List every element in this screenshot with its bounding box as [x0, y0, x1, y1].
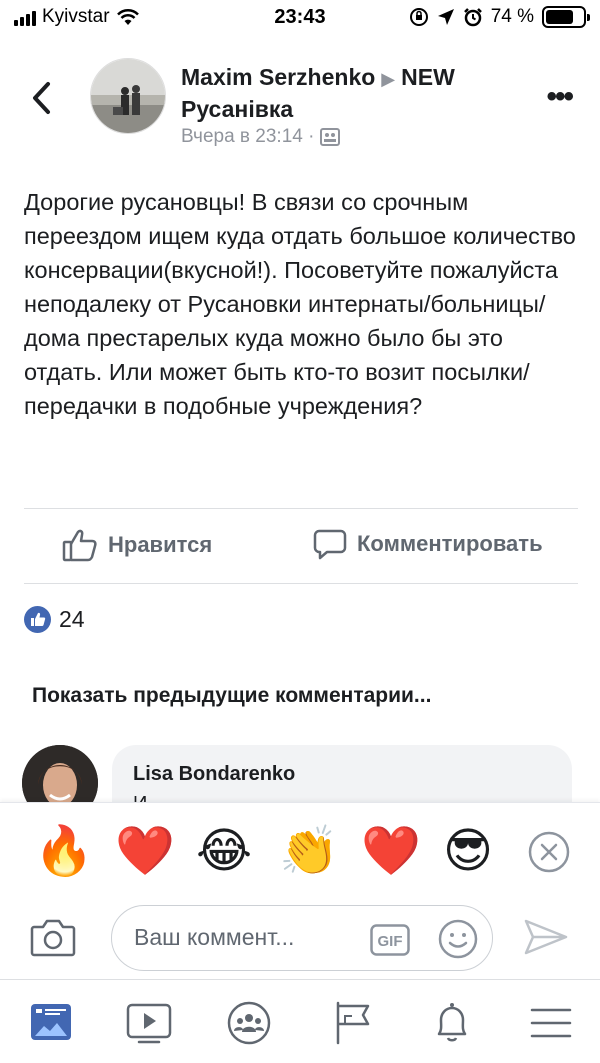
close-emoji-bar-icon[interactable] — [528, 831, 570, 873]
post-header: Maxim Serzhenko ▶ NEW Русанівка Вчера в 23… — [0, 50, 600, 160]
reactions-summary[interactable]: 24 — [24, 606, 85, 633]
post-text: Дорогие русановцы! В связи со срочным пе… — [24, 189, 576, 419]
like-button[interactable]: Нравится — [62, 528, 212, 562]
status-bar: Kyivstar 23:43 74 % — [0, 0, 600, 40]
pages-flag-icon[interactable] — [328, 998, 378, 1048]
comment-label: Комментировать — [357, 531, 543, 556]
sticker-smile-icon[interactable] — [437, 918, 479, 960]
fire-emoji-button[interactable]: 🔥 — [34, 823, 94, 879]
post-author-line: Maxim Serzhenko ▶ NEW Русанівка — [181, 62, 521, 124]
comment-placeholder: Ваш коммент... — [134, 924, 295, 950]
share-arrow-icon: ▶ — [381, 69, 396, 89]
heart-emoji-button[interactable]: ❤️ — [115, 823, 175, 879]
watch-video-icon[interactable] — [124, 998, 174, 1048]
laughing-emoji-button[interactable]: 😂 — [196, 823, 252, 879]
red-heart-emoji-button[interactable]: ❤️ — [361, 823, 421, 879]
comment-author[interactable]: Lisa Bondarenko — [133, 763, 295, 786]
battery-level — [546, 10, 573, 24]
like-label: Нравится — [108, 532, 213, 557]
author-avatar[interactable] — [90, 58, 166, 134]
group-name-part1[interactable]: NEW — [401, 64, 455, 90]
news-feed-icon[interactable] — [26, 998, 76, 1048]
group-privacy-icon — [320, 128, 341, 146]
location-icon — [437, 9, 454, 25]
groups-icon[interactable] — [224, 998, 274, 1048]
gif-label: GIF — [378, 933, 403, 950]
comment-input[interactable]: Ваш коммент... GIF — [111, 905, 493, 971]
quick-emoji-bar: 🔥 ❤️ 😂 👏 ❤️ 😎 — [0, 802, 600, 897]
like-reaction-icon — [24, 606, 51, 633]
more-options-icon[interactable]: ••• — [546, 82, 573, 112]
battery-percent: 74 % — [490, 6, 534, 27]
author-name[interactable]: Maxim Serzhenko — [181, 64, 375, 90]
reaction-count: 24 — [59, 606, 85, 632]
comment-icon — [313, 529, 347, 560]
thumbs-up-icon — [62, 529, 97, 562]
status-right: 74 % — [409, 6, 590, 28]
clapping-emoji-button[interactable]: 👏 — [279, 823, 339, 879]
sunglasses-emoji-button[interactable]: 😎 — [443, 823, 493, 879]
camera-icon[interactable] — [30, 917, 76, 957]
battery-icon — [542, 6, 590, 28]
orientation-lock-icon — [409, 8, 428, 26]
back-icon[interactable] — [28, 80, 58, 116]
post-timestamp[interactable]: Вчера в 23:14 · — [181, 126, 314, 148]
gif-icon[interactable]: GIF — [370, 924, 410, 956]
bottom-navigation — [0, 979, 600, 1063]
comment-composer: Ваш коммент... GIF — [0, 897, 600, 979]
divider — [24, 508, 578, 509]
notifications-bell-icon[interactable] — [427, 998, 477, 1048]
send-icon[interactable] — [523, 917, 569, 957]
show-previous-comments-link[interactable]: Показать предыдущие комментарии... — [32, 684, 431, 708]
alarm-icon — [463, 8, 482, 27]
divider — [24, 583, 578, 584]
menu-hamburger-icon[interactable] — [526, 998, 576, 1048]
group-name-part2[interactable]: Русанівка — [181, 94, 521, 124]
post-meta: Вчера в 23:14 · — [181, 126, 341, 148]
comment-button[interactable]: Комментировать — [313, 528, 543, 560]
